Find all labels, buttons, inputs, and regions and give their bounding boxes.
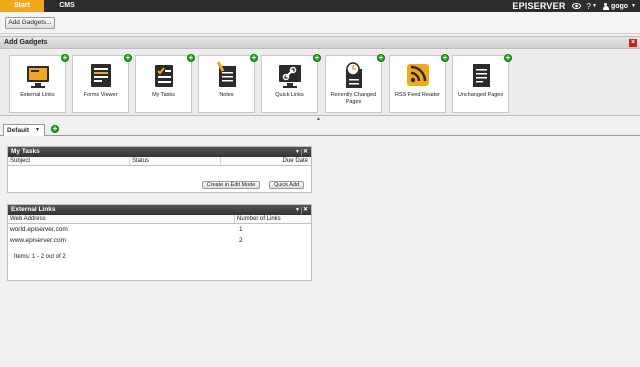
top-right-controls: EPISERVER ? ▼ gogo ▼	[512, 0, 640, 12]
tab-start[interactable]: Start	[0, 0, 44, 12]
gadget-label: Quick Links	[275, 92, 304, 98]
close-icon[interactable]: ✕	[303, 147, 308, 157]
my-tasks-gadget: My Tasks ▼ ✕ Subject Status Due Date Cre…	[7, 146, 312, 193]
add-icon[interactable]: +	[61, 54, 69, 62]
chevron-down-icon: ▼	[591, 3, 597, 9]
collapse-panel-icon[interactable]: ▲	[316, 116, 321, 122]
gadget-label: Recently Changed Pages	[330, 92, 377, 105]
close-icon[interactable]: ✕	[303, 205, 308, 215]
add-icon[interactable]: +	[377, 54, 385, 62]
panel-title: Add Gadgets	[4, 39, 48, 46]
tab-label: Default	[7, 127, 30, 134]
add-icon[interactable]: +	[441, 54, 449, 62]
external-links-icon	[27, 66, 49, 88]
notes-icon	[216, 61, 236, 87]
items-summary: Items: 1 - 2 out of 2	[14, 254, 66, 260]
view-toggle-eye-icon[interactable]	[571, 3, 581, 9]
gadget-external-links[interactable]: External Links +	[9, 54, 69, 113]
column-header[interactable]: Status	[130, 157, 221, 165]
table-row[interactable]: www.episerver.com 2	[8, 235, 311, 246]
chevron-down-icon: ▼	[631, 3, 636, 9]
user-menu-button[interactable]: gogo ▼	[602, 2, 636, 10]
help-icon: ?	[586, 1, 591, 11]
forms-viewer-icon	[91, 64, 111, 87]
table-row[interactable]: world.episerver.com 1	[8, 224, 311, 235]
external-links-gadget: External Links ▼ ✕ Web Address Number of…	[7, 204, 312, 281]
create-in-edit-mode-button[interactable]: Create in Edit Mode	[202, 181, 260, 189]
table-header: Subject Status Due Date	[8, 157, 311, 166]
gadget-title: External Links	[11, 206, 56, 213]
add-icon[interactable]: +	[187, 54, 195, 62]
gadget-label: External Links	[20, 92, 55, 98]
web-address[interactable]: world.episerver.com	[8, 224, 237, 235]
gadget-my-tasks[interactable]: My Tasks +	[135, 54, 195, 113]
tasks-icon	[155, 65, 173, 87]
divider	[301, 206, 302, 214]
add-icon[interactable]: +	[250, 54, 258, 62]
gadget-label: My Tasks	[152, 92, 175, 98]
table-header: Web Address Number of Links	[8, 215, 311, 224]
gadget-title: My Tasks	[11, 148, 40, 155]
close-panel-button[interactable]: ×	[629, 39, 637, 47]
gadget-rss-feed-reader[interactable]: RSS Feed Reader +	[389, 54, 449, 113]
episerver-logo: EPISERVER	[512, 1, 566, 11]
gadget-label: Forms Viewer	[83, 92, 118, 98]
gadget-label: RSS Feed Reader	[395, 92, 440, 98]
rss-icon	[407, 64, 429, 86]
column-header[interactable]: Subject	[8, 157, 130, 165]
add-icon[interactable]: +	[313, 54, 321, 62]
gadget-label: Unchanged Pages	[457, 92, 504, 98]
tab-cms[interactable]: CMS	[44, 0, 90, 12]
add-gadgets-panel-header: Add Gadgets ×	[0, 36, 640, 49]
help-menu-button[interactable]: ? ▼	[587, 2, 597, 11]
add-gadgets-button[interactable]: Add Gadgets...	[5, 17, 55, 29]
gadget-notes[interactable]: Notes +	[198, 54, 258, 113]
tab-default[interactable]: Default ▼	[3, 124, 45, 136]
gadget-quick-links[interactable]: Quick Links +	[261, 54, 321, 113]
gadget-forms-viewer[interactable]: Forms Viewer +	[72, 54, 132, 113]
gadget-label: Notes	[219, 92, 234, 98]
quick-links-icon	[279, 65, 301, 88]
dashboard-toolbar: Add Gadgets...	[0, 12, 640, 34]
user-icon	[602, 2, 609, 10]
gadget-header: My Tasks ▼ ✕	[8, 147, 311, 157]
column-header[interactable]: Number of Links	[235, 215, 311, 223]
chevron-down-icon[interactable]: ▼	[35, 125, 40, 136]
gadget-menu-icon[interactable]: ▼	[295, 147, 300, 157]
gadget-gallery: External Links + Forms Viewer + My Tasks…	[0, 50, 640, 116]
recently-changed-icon	[346, 62, 362, 88]
web-address[interactable]: www.episerver.com	[8, 235, 237, 246]
top-navigation-bar: Start CMS EPISERVER ? ▼ gogo ▼	[0, 0, 640, 12]
link-count: 2	[239, 237, 243, 244]
add-tab-icon[interactable]: +	[51, 125, 59, 133]
divider	[301, 148, 302, 156]
user-name: gogo	[610, 2, 629, 10]
unchanged-pages-icon	[473, 64, 490, 87]
column-header[interactable]: Due Date	[221, 157, 311, 165]
gadget-menu-icon[interactable]: ▼	[295, 205, 300, 215]
quick-add-button[interactable]: Quick Add	[269, 181, 304, 189]
add-icon[interactable]: +	[124, 54, 132, 62]
column-header[interactable]: Web Address	[8, 215, 235, 223]
link-count: 1	[239, 226, 243, 233]
add-icon[interactable]: +	[504, 54, 512, 62]
gadget-recently-changed-pages[interactable]: Recently Changed Pages +	[325, 54, 385, 113]
gadget-header: External Links ▼ ✕	[8, 205, 311, 215]
gadget-unchanged-pages[interactable]: Unchanged Pages +	[452, 54, 512, 113]
dashboard-tab-strip: Default ▼ +	[0, 123, 640, 136]
